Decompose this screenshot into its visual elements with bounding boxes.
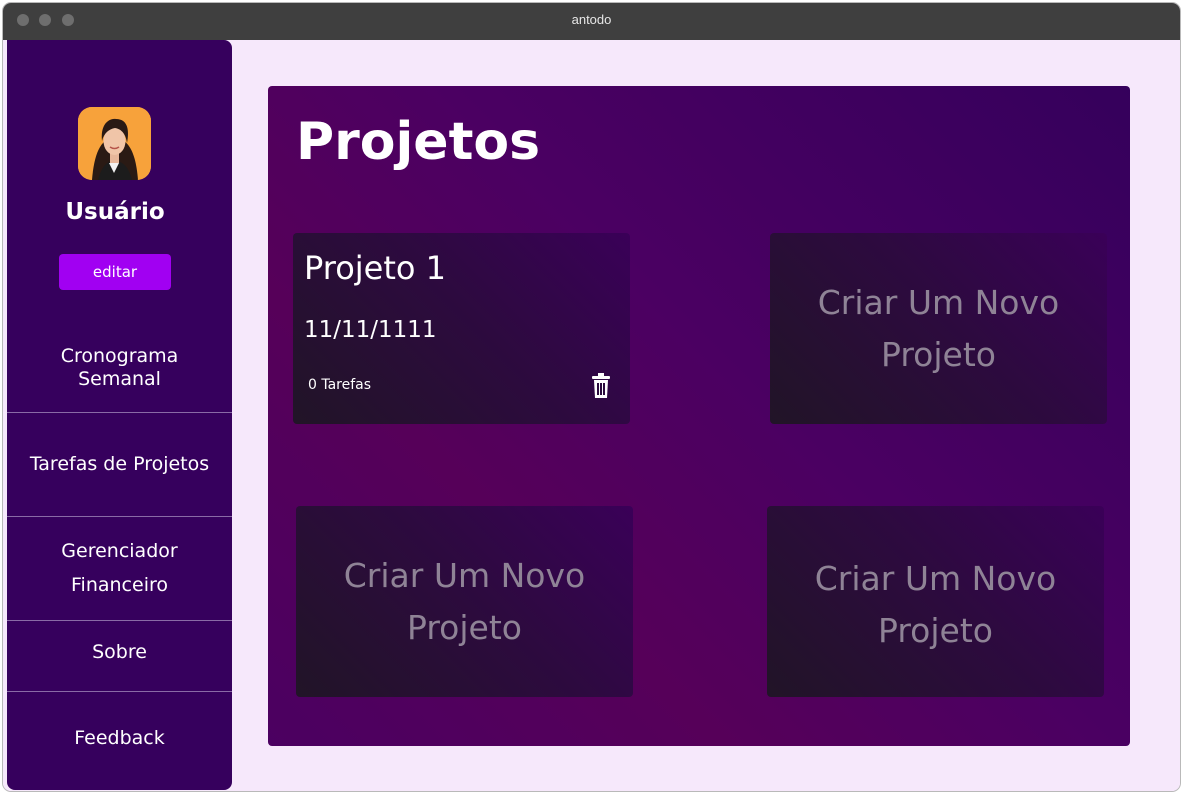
sidebar-item-gerenciador-financeiro[interactable]: Gerenciador Financeiro — [7, 522, 232, 614]
sidebar-item-tarefas-de-projetos[interactable]: Tarefas de Projetos — [7, 418, 232, 510]
app-content: Usuário editar Cronograma Semanal Tarefa… — [3, 40, 1180, 791]
new-project-card[interactable]: Criar Um Novo Projeto — [296, 506, 633, 697]
projects-panel: Projetos Projeto 1 11/11/1111 0 Tarefas … — [268, 86, 1130, 746]
sidebar-item-feedback[interactable]: Feedback — [7, 714, 232, 762]
new-project-card[interactable]: Criar Um Novo Projeto — [767, 506, 1104, 697]
title-bar: antodo — [3, 3, 1180, 40]
sidebar-divider — [7, 516, 232, 517]
project-task-count: 0 Tarefas — [308, 377, 372, 393]
user-photo-icon — [78, 107, 151, 180]
new-project-label-wrap: Criar Um Novo Projeto — [770, 233, 1107, 424]
username: Usuário — [65, 199, 165, 225]
new-project-label: Criar Um Novo Projeto — [814, 559, 1057, 650]
project-card[interactable]: Projeto 1 11/11/1111 0 Tarefas — [293, 233, 630, 424]
page-title: Projetos — [296, 112, 541, 172]
sidebar: Usuário editar Cronograma Semanal Tarefa… — [7, 40, 232, 790]
sidebar-item-sobre[interactable]: Sobre — [7, 626, 232, 678]
sidebar-item-label: Sobre — [92, 640, 147, 663]
sidebar-item-cronograma-semanal[interactable]: Cronograma Semanal — [7, 332, 232, 404]
sidebar-item-label: Cronograma Semanal — [60, 345, 179, 390]
new-project-label: Criar Um Novo Projeto — [343, 556, 586, 647]
sidebar-divider — [7, 691, 232, 692]
app-window: antodo Usuário editar Cronograma Semanal — [3, 3, 1180, 791]
avatar — [78, 107, 151, 180]
sidebar-item-label: Feedback — [74, 726, 165, 749]
new-project-label-wrap: Criar Um Novo Projeto — [767, 506, 1104, 697]
sidebar-item-label: Gerenciador Financeiro — [61, 539, 178, 596]
edit-profile-button[interactable]: editar — [59, 254, 171, 290]
window-title: antodo — [571, 12, 612, 27]
project-name: Projeto 1 — [304, 249, 446, 287]
sidebar-divider — [7, 620, 232, 621]
sidebar-divider — [7, 412, 232, 413]
new-project-label: Criar Um Novo Projeto — [817, 283, 1060, 374]
new-project-label-wrap: Criar Um Novo Projeto — [296, 506, 633, 697]
project-date: 11/11/1111 — [304, 317, 437, 343]
sidebar-item-label: Tarefas de Projetos — [29, 452, 210, 475]
new-project-card[interactable]: Criar Um Novo Projeto — [770, 233, 1107, 424]
trash-icon[interactable] — [591, 373, 611, 399]
